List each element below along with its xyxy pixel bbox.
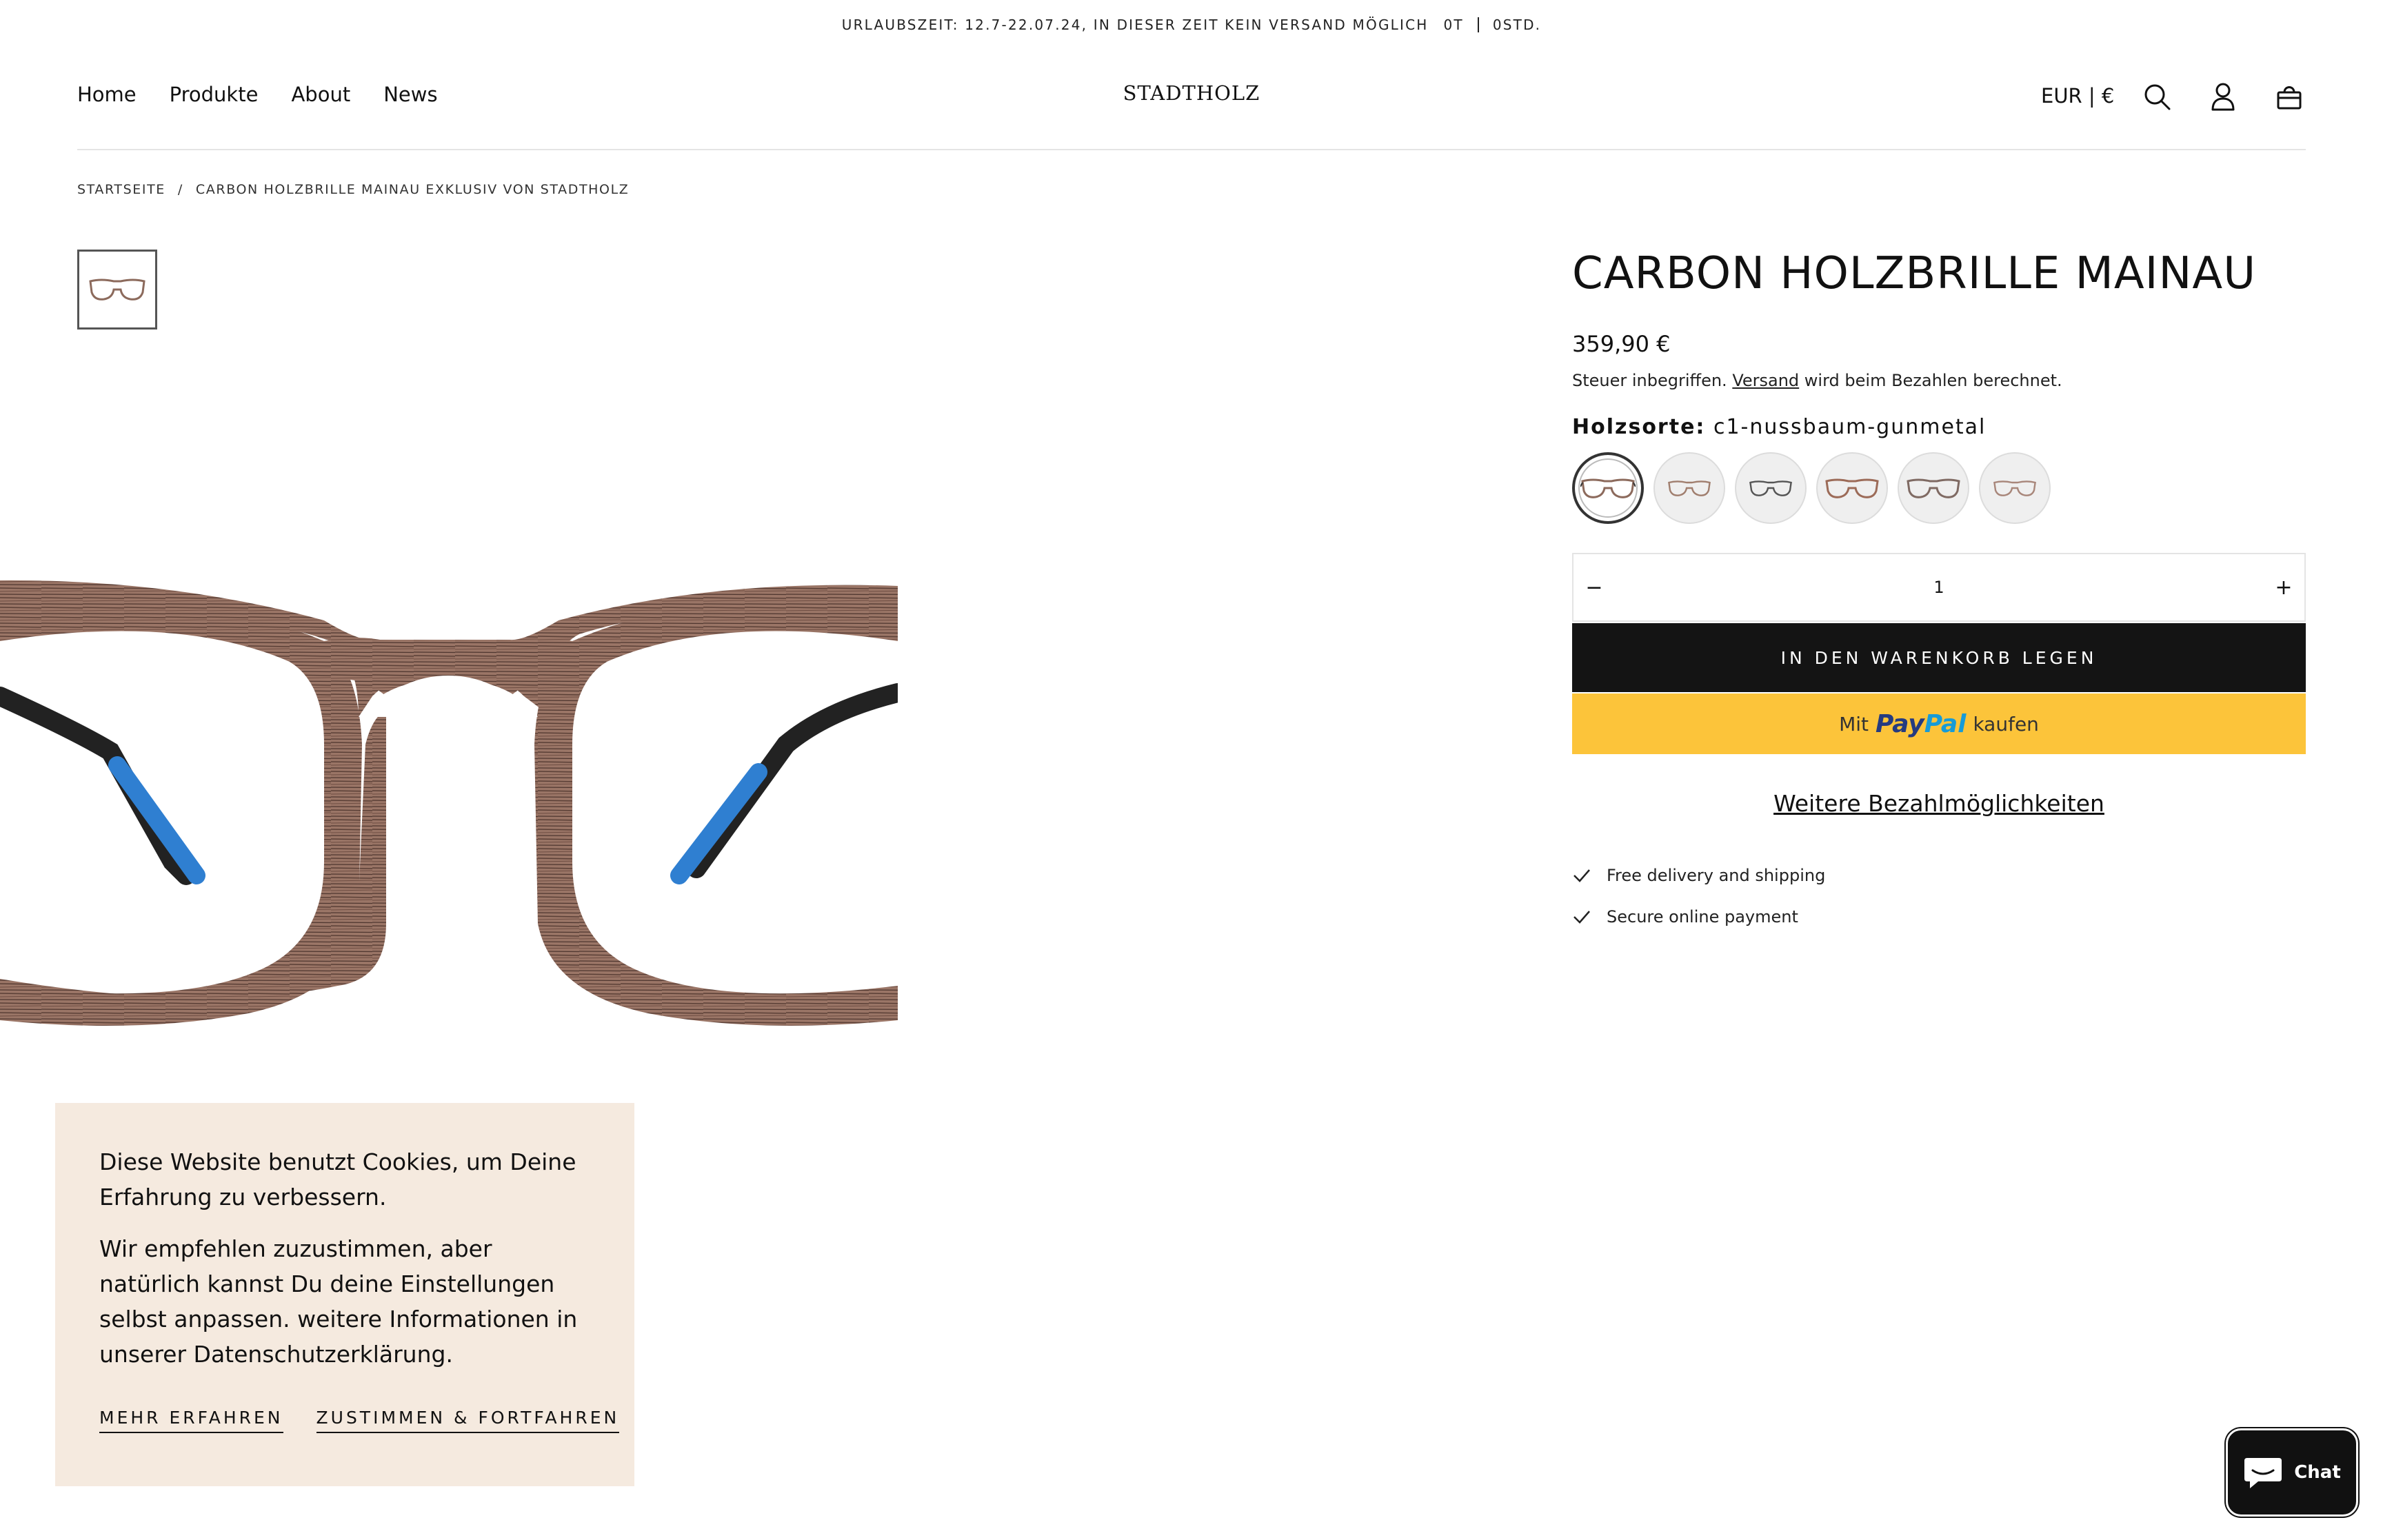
feature-secure-payment: Secure online payment xyxy=(1572,907,1798,926)
chat-label: Chat xyxy=(2294,1462,2341,1483)
variant-swatches xyxy=(1572,452,2051,524)
countdown-days: 0T xyxy=(1443,17,1464,33)
search-icon[interactable] xyxy=(2140,80,2173,113)
swatch-variant-6[interactable] xyxy=(1979,452,2051,524)
paypal-suffix: kaufen xyxy=(1973,712,2039,736)
cart-icon[interactable] xyxy=(2273,80,2306,113)
tax-note: Steuer inbegriffen. Versand wird beim Be… xyxy=(1572,371,2062,390)
nav-about[interactable]: About xyxy=(291,83,350,106)
nav-news[interactable]: News xyxy=(383,83,437,106)
variant-label-name: Holzsorte: xyxy=(1572,415,1706,439)
product-thumbnail[interactable] xyxy=(77,250,157,330)
breadcrumb-current: CARBON HOLZBRILLE MAINAU EXKLUSIV VON ST… xyxy=(195,182,630,197)
main-nav: Home Produkte About News xyxy=(77,83,438,106)
shipping-link[interactable]: Versand xyxy=(1732,371,1799,390)
feature-free-delivery-label: Free delivery and shipping xyxy=(1607,866,1826,885)
cookie-actions: MEHR ERFAHREN ZUSTIMMEN & FORTFAHREN xyxy=(99,1408,620,1433)
account-icon[interactable] xyxy=(2206,80,2240,113)
swatch-variant-2[interactable] xyxy=(1653,452,1725,524)
announcement-bar: URLAUBSZEIT: 12.7-22.07.24, IN DIESER ZE… xyxy=(0,0,2383,50)
product-main-image xyxy=(0,538,898,1048)
glasses-thumbnail-image xyxy=(89,278,145,301)
tax-prefix: Steuer inbegriffen. xyxy=(1572,371,1727,390)
swatch-variant-5[interactable] xyxy=(1898,452,1969,524)
swatch-variant-3[interactable] xyxy=(1735,452,1807,524)
site-logo[interactable]: STADTHOLZ xyxy=(1034,81,1349,105)
variant-label: Holzsorte: c1-nussbaum-gunmetal xyxy=(1572,415,1986,439)
chat-button[interactable]: Chat xyxy=(2226,1428,2358,1517)
breadcrumb-home[interactable]: STARTSEITE xyxy=(77,182,165,197)
cookie-text-intro: Diese Website benutzt Cookies, um Deine … xyxy=(99,1148,576,1210)
nav-products[interactable]: Produkte xyxy=(170,83,259,106)
nav-home[interactable]: Home xyxy=(77,83,137,106)
quantity-decrease-button[interactable]: − xyxy=(1573,554,1615,620)
product-price: 359,90 € xyxy=(1572,331,1671,357)
paypal-checkout-button[interactable]: Mit PayPal kaufen xyxy=(1572,693,2306,754)
cookie-banner: Diese Website benutzt Cookies, um Deine … xyxy=(55,1103,634,1486)
checkmark-icon xyxy=(1573,911,1590,924)
swatch-variant-4[interactable] xyxy=(1816,452,1888,524)
variant-selected-value: c1-nussbaum-gunmetal xyxy=(1713,415,1987,439)
countdown-hours: 0STD. xyxy=(1492,17,1542,33)
cookie-text-details: Wir empfehlen zuzustimmen, aber natürlic… xyxy=(99,1235,578,1368)
currency-selector[interactable]: EUR | € xyxy=(2041,84,2114,108)
tax-suffix: wird beim Bezahlen berechnet. xyxy=(1804,371,2062,390)
countdown-divider xyxy=(1477,17,1479,32)
product-title: CARBON HOLZBRILLE MAINAU xyxy=(1572,248,2257,299)
announcement-text: URLAUBSZEIT: 12.7-22.07.24, IN DIESER ZE… xyxy=(841,17,1429,33)
paypal-logo: PayPal xyxy=(1876,709,1967,738)
quantity-input[interactable] xyxy=(1615,577,2263,598)
checkmark-icon xyxy=(1573,869,1590,882)
swatch-nussbaum-gunmetal[interactable] xyxy=(1572,452,1644,524)
quantity-increase-button[interactable]: + xyxy=(2263,554,2304,620)
add-to-cart-button[interactable]: IN DEN WARENKORB LEGEN xyxy=(1572,623,2306,692)
header-divider xyxy=(77,149,2306,150)
chat-bubble-icon xyxy=(2244,1458,2282,1488)
feature-free-delivery: Free delivery and shipping xyxy=(1572,866,1825,885)
cookie-learn-more-button[interactable]: MEHR ERFAHREN xyxy=(99,1408,283,1433)
quantity-stepper: − + xyxy=(1572,553,2306,622)
paypal-prefix: Mit xyxy=(1839,712,1869,736)
breadcrumb: STARTSEITE / CARBON HOLZBRILLE MAINAU EX… xyxy=(77,182,629,197)
breadcrumb-separator: / xyxy=(177,182,183,197)
more-payment-options-link[interactable]: Weitere Bezahlmöglichkeiten xyxy=(1572,790,2306,817)
cookie-accept-button[interactable]: ZUSTIMMEN & FORTFAHREN xyxy=(316,1408,620,1433)
feature-secure-payment-label: Secure online payment xyxy=(1607,907,1798,926)
